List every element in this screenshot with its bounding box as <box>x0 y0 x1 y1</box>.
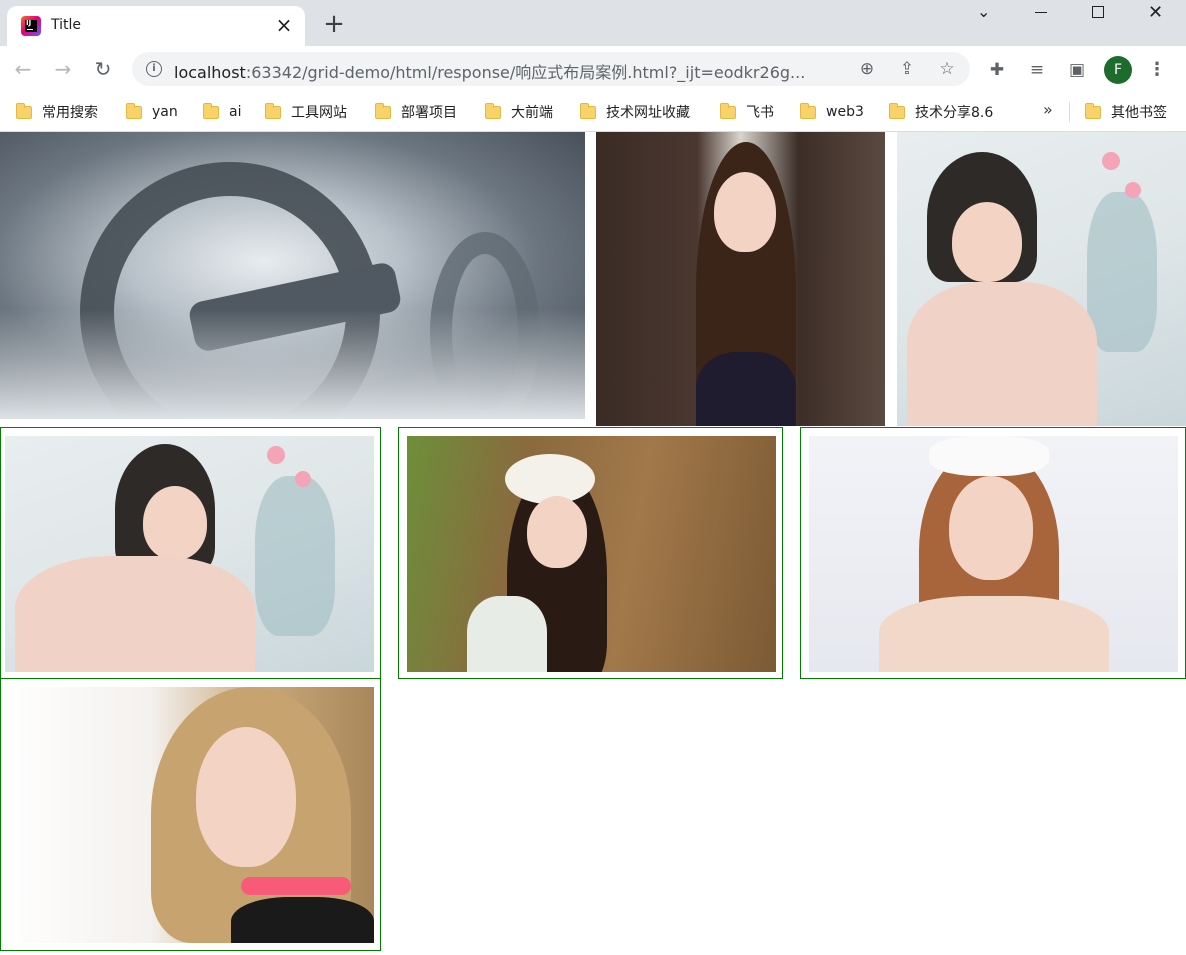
sci-fi-ring-image <box>0 132 585 419</box>
grid-cell <box>398 427 783 679</box>
folder-icon <box>203 102 219 119</box>
minimize-icon[interactable] <box>1013 0 1069 30</box>
chevron-down-icon[interactable]: ⌄ <box>956 0 1012 30</box>
back-arrow-icon[interactable]: ← <box>8 54 38 84</box>
url-path: :63342/grid-demo/html/response/响应式布局案例.h… <box>245 63 806 82</box>
intellij-icon <box>21 16 41 36</box>
blonde-woman-image <box>1 687 374 943</box>
bookmark-item[interactable]: 大前端 <box>485 101 553 123</box>
media-control-icon[interactable]: ≡ <box>1025 58 1049 82</box>
folder-icon <box>265 102 281 119</box>
menu-dots-icon[interactable]: ⋮ <box>1146 56 1168 84</box>
bookmark-label: 技术分享8.6 <box>915 105 994 121</box>
bookmark-label: 工具网站 <box>291 105 347 121</box>
browser-toolbar: ← → ↻ i localhost:63342/grid-demo/html/r… <box>0 46 1186 92</box>
folder-icon <box>889 102 905 119</box>
girl-doorway-image <box>596 132 885 426</box>
grid-cell <box>0 427 381 679</box>
bookmark-label: 大前端 <box>511 105 553 121</box>
bookmark-label: ai <box>229 104 242 120</box>
folder-icon <box>16 102 32 119</box>
bookmark-label: 部署项目 <box>401 105 457 121</box>
folder-icon <box>485 102 501 119</box>
bookmark-item[interactable]: 工具网站 <box>265 101 347 123</box>
avatar[interactable]: F <box>1104 56 1132 84</box>
bookmark-item[interactable]: 常用搜索 <box>16 101 98 123</box>
tab-strip: Title × + ⌄ ✕ <box>0 0 1186 46</box>
folder-icon <box>375 102 391 119</box>
folder-icon <box>126 102 142 119</box>
folder-icon <box>720 102 736 119</box>
bookmarks-overflow-button[interactable]: » <box>1043 100 1053 119</box>
bookmark-label: 飞书 <box>746 105 774 121</box>
folder-icon <box>1085 102 1101 119</box>
bookmark-item[interactable]: ai <box>203 101 241 123</box>
girl-white-hat-image <box>407 436 776 672</box>
tab-title: Title <box>51 17 82 33</box>
extensions-icon[interactable]: ✚ <box>985 58 1009 82</box>
info-icon[interactable]: i <box>146 61 162 77</box>
maximize-icon[interactable] <box>1070 0 1126 30</box>
url-host: localhost <box>174 63 246 82</box>
bookmarks-separator <box>1069 102 1070 122</box>
address-bar[interactable]: i localhost:63342/grid-demo/html/respons… <box>132 52 970 86</box>
bookmark-item[interactable]: 部署项目 <box>375 101 457 123</box>
bookmark-label: 其他书签 <box>1111 105 1167 121</box>
grid-cell <box>0 678 381 951</box>
side-panel-icon[interactable]: ▣ <box>1065 58 1089 82</box>
forward-arrow-icon[interactable]: → <box>48 54 78 84</box>
bookmark-label: 技术网址收藏 <box>606 105 690 121</box>
bookmark-item[interactable]: 技术网址收藏 <box>580 101 690 123</box>
close-icon[interactable]: × <box>273 14 295 36</box>
star-icon[interactable]: ☆ <box>936 59 958 79</box>
browser-tab[interactable]: Title × <box>7 6 305 46</box>
zoom-icon[interactable]: ⊕ <box>856 59 878 79</box>
close-window-icon[interactable]: ✕ <box>1128 0 1184 30</box>
bookmark-label: web3 <box>826 104 864 120</box>
girl-flowers-image <box>897 132 1186 426</box>
folder-icon <box>580 102 596 119</box>
bookmark-item[interactable]: 飞书 <box>720 101 774 123</box>
girl-headband-image <box>809 436 1178 672</box>
bookmark-item[interactable]: web3 <box>800 101 864 123</box>
grid-cell <box>800 427 1186 679</box>
bookmark-label: yan <box>152 104 178 120</box>
bookmarks-bar: 常用搜索 yan ai 工具网站 部署项目 大前端 技术网址收藏 飞书 web3… <box>0 92 1186 132</box>
reload-icon[interactable]: ↻ <box>88 54 118 84</box>
girl-flowers-image-2 <box>5 436 374 672</box>
plus-icon[interactable]: + <box>322 11 346 37</box>
other-bookmarks[interactable]: 其他书签 <box>1085 101 1167 123</box>
bookmark-item[interactable]: yan <box>126 101 178 123</box>
bookmark-label: 常用搜索 <box>42 105 98 121</box>
share-icon[interactable]: ⇪ <box>896 59 918 79</box>
page-content <box>0 132 1186 955</box>
folder-icon <box>800 102 816 119</box>
bookmark-item[interactable]: 技术分享8.6 <box>889 101 993 123</box>
url-text[interactable]: localhost:63342/grid-demo/html/response/… <box>174 59 805 83</box>
